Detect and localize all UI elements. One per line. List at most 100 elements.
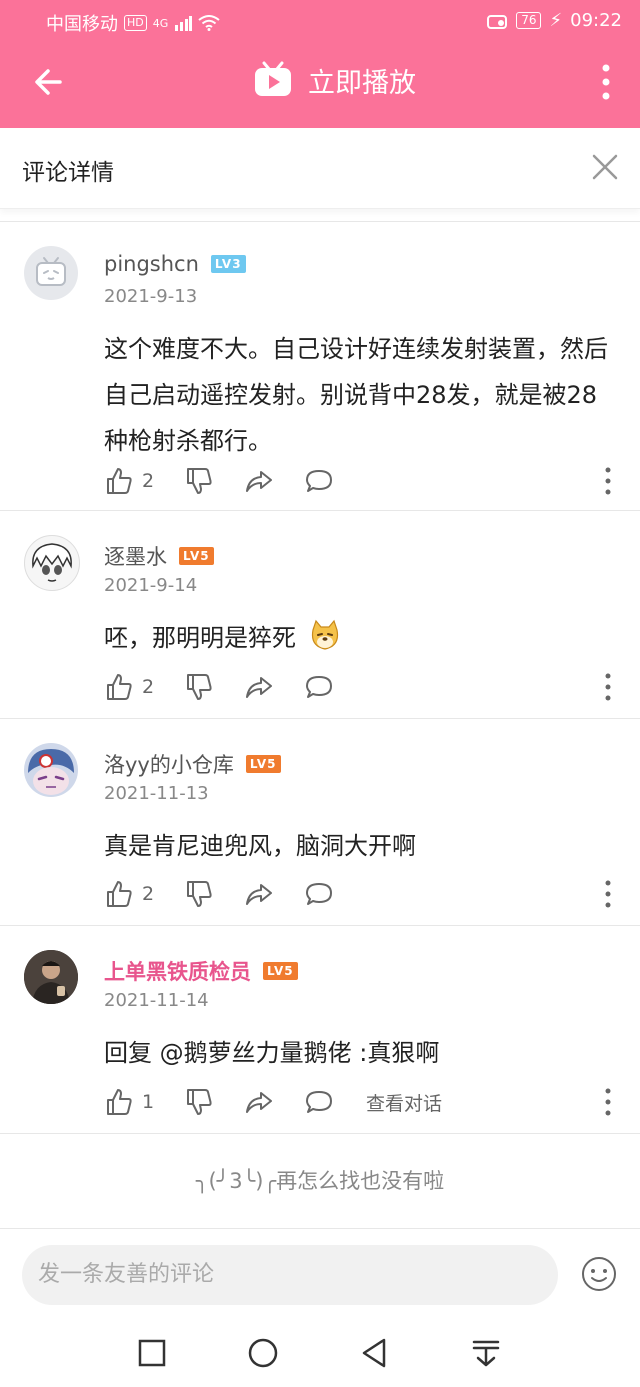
end-of-list-text: ╮(╯3╰)╭再怎么找也没有啦 [195, 1169, 445, 1193]
username-text: 上单黑铁质检员 [104, 960, 251, 984]
comment-date: 2021-9-13 [104, 286, 198, 307]
status-bar: 中国移动 HD 4G 76 ⚡ 09:22 [0, 0, 640, 44]
username[interactable]: pingshcn LV3 [104, 252, 246, 276]
avatar[interactable] [24, 535, 80, 591]
comment-text: 这个难度不大。自己设计好连续发射装置，然后自己启动遥控发射。别说背中28发，就是… [104, 335, 608, 455]
comment-date: 2021-11-13 [104, 783, 209, 804]
level-badge: LV5 [245, 755, 281, 773]
share-icon [246, 1092, 272, 1113]
comment-input-bar: 发一条友善的评论 [0, 1228, 640, 1324]
like-count: 2 [142, 470, 155, 492]
comment-bubble-icon [306, 470, 332, 492]
comment-more-icon[interactable] [604, 1087, 612, 1117]
dislike-button[interactable] [184, 877, 214, 911]
comment-detail-header: 评论详情 [0, 128, 640, 209]
username-text: pingshcn [104, 252, 199, 276]
comment-date: 2021-9-14 [104, 575, 198, 596]
level-badge: LV5 [263, 962, 298, 980]
thumbs-down-icon [187, 881, 212, 907]
wifi-icon [198, 15, 220, 31]
tv-play-icon [255, 61, 291, 96]
comment-actions: 2 [104, 464, 624, 498]
reply-button[interactable] [304, 464, 334, 498]
carrier-label: 中国移动 [46, 14, 118, 35]
more-options-icon[interactable] [598, 62, 614, 102]
like-button[interactable]: 2 [104, 464, 154, 498]
thumbs-up-icon [107, 881, 132, 907]
comment-text-content: 呸，那明明是猝死 [104, 624, 296, 652]
dislike-button[interactable] [184, 1085, 214, 1119]
thumbs-up-icon [107, 468, 132, 494]
comment-more-icon[interactable] [604, 466, 612, 496]
hd-badge: HD [124, 15, 147, 31]
view-conversation-link[interactable]: 查看对话 [366, 1085, 442, 1119]
level-badge: LV5 [179, 547, 214, 565]
doge-emoji-icon [311, 619, 338, 650]
alarm-icon [487, 14, 508, 29]
share-icon [246, 471, 272, 492]
comment-more-icon[interactable] [604, 672, 612, 702]
dislike-button[interactable] [184, 670, 214, 704]
app-bar: 立即播放 [0, 44, 640, 128]
emoji-icon[interactable] [580, 1255, 618, 1293]
username-text: 逐墨水 [104, 545, 167, 569]
username[interactable]: 逐墨水 LV5 [104, 541, 214, 571]
thumbs-up-icon [107, 1089, 132, 1115]
like-count: 2 [142, 676, 155, 698]
avatar[interactable] [24, 950, 78, 1004]
thumbs-up-icon [107, 674, 132, 700]
clock: 09:22 [570, 10, 622, 31]
comment-text: 呸，那明明是猝死 [104, 615, 620, 661]
back-arrow-icon[interactable] [30, 62, 70, 102]
app-bar-title: 立即播放 [308, 67, 416, 99]
avatar[interactable] [24, 246, 78, 300]
notification-pulldown-icon[interactable] [470, 1337, 502, 1369]
thumbs-down-icon [187, 674, 212, 700]
like-button[interactable]: 1 [104, 1085, 154, 1119]
share-button[interactable] [244, 1085, 274, 1119]
comment-bubble-icon [306, 676, 332, 698]
comment-date: 2021-11-14 [104, 990, 209, 1011]
comment-item: 洛yy的小仓库 LV5 2021-11-13 真是肯尼迪兜风，脑洞大开啊 2 [0, 719, 640, 926]
home-icon[interactable] [247, 1337, 279, 1369]
comment-actions: 1 查看对话 [104, 1085, 624, 1119]
comment-text: 真是肯尼迪兜风，脑洞大开啊 [104, 832, 416, 860]
comment-input[interactable]: 发一条友善的评论 [22, 1245, 558, 1305]
network-label: 4G [152, 16, 169, 30]
close-icon[interactable] [590, 152, 620, 182]
like-count: 2 [142, 883, 155, 905]
comment-bubble-icon [306, 1091, 332, 1113]
panel-title: 评论详情 [22, 160, 114, 186]
level-badge: LV3 [210, 255, 246, 273]
reply-button[interactable] [304, 670, 334, 704]
reply-button[interactable] [304, 877, 334, 911]
charging-icon: ⚡ [549, 10, 563, 31]
username[interactable]: 洛yy的小仓库 LV5 [104, 749, 281, 779]
play-now-button[interactable]: 立即播放 [252, 59, 416, 101]
thumbs-down-icon [187, 468, 212, 494]
dislike-button[interactable] [184, 464, 214, 498]
avatar[interactable] [24, 743, 78, 797]
like-count: 1 [142, 1091, 155, 1113]
back-triangle-icon[interactable] [358, 1337, 390, 1369]
share-icon [246, 677, 272, 698]
comment-item: 上单黑铁质检员 LV5 2021-11-14 回复 @鹅萝丝力量鹅佬 :真狠啊 … [0, 926, 640, 1134]
comment-actions: 2 [104, 670, 624, 704]
signal-icon [175, 16, 193, 31]
share-button[interactable] [244, 464, 274, 498]
share-icon [246, 884, 272, 905]
like-button[interactable]: 2 [104, 877, 154, 911]
like-button[interactable]: 2 [104, 670, 154, 704]
share-button[interactable] [244, 670, 274, 704]
comment-more-icon[interactable] [604, 879, 612, 909]
comment-bubble-icon [306, 883, 332, 905]
view-conversation-label: 查看对话 [366, 1092, 443, 1115]
username-text: 洛yy的小仓库 [104, 753, 234, 777]
reply-button[interactable] [304, 1085, 334, 1119]
comment-item: pingshcn LV3 2021-9-13 这个难度不大。自己设计好连续发射装… [0, 222, 640, 511]
recent-apps-icon[interactable] [136, 1337, 168, 1369]
share-button[interactable] [244, 877, 274, 911]
comment-item: 逐墨水 LV5 2021-9-14 呸，那明明是猝死 2 [0, 511, 640, 719]
username[interactable]: 上单黑铁质检员 LV5 [104, 956, 298, 986]
system-nav-bar [0, 1323, 640, 1387]
